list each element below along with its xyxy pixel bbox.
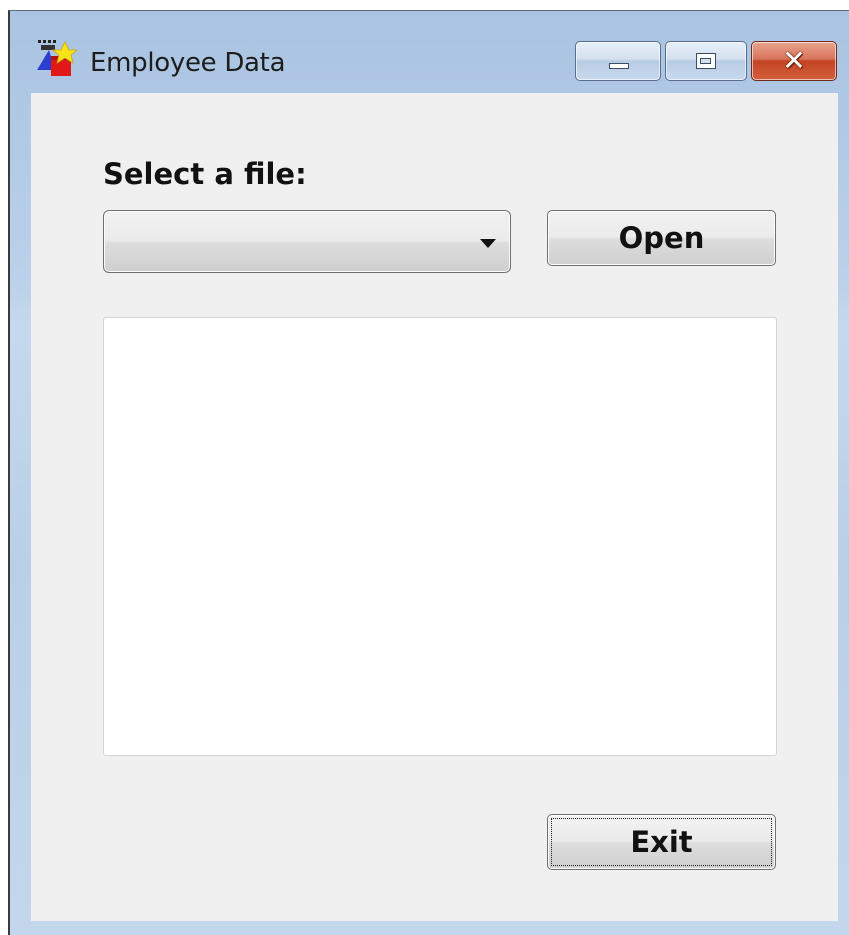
minimize-icon: [609, 63, 629, 69]
minimize-button[interactable]: [575, 41, 661, 81]
employee-data-app-icon: [37, 40, 77, 76]
title-bar[interactable]: Employee Data ✕: [10, 11, 849, 91]
file-contents-listbox[interactable]: [103, 317, 777, 756]
maximize-icon: [696, 53, 716, 69]
maximize-button[interactable]: [665, 41, 747, 81]
employee-data-window: Employee Data ✕ Select a file: Open Exit: [8, 10, 849, 935]
form-client-area: Select a file: Open Exit: [31, 93, 838, 921]
close-button[interactable]: ✕: [751, 41, 837, 81]
window-title: Employee Data: [90, 48, 286, 78]
file-combobox[interactable]: [103, 210, 511, 273]
exit-button[interactable]: Exit: [547, 814, 776, 870]
select-file-label: Select a file:: [103, 157, 307, 191]
exit-button-label: Exit: [630, 825, 693, 859]
close-icon: ✕: [782, 44, 806, 77]
open-button[interactable]: Open: [547, 210, 776, 266]
caption-buttons: ✕: [575, 41, 837, 81]
chevron-down-icon[interactable]: [480, 239, 496, 248]
